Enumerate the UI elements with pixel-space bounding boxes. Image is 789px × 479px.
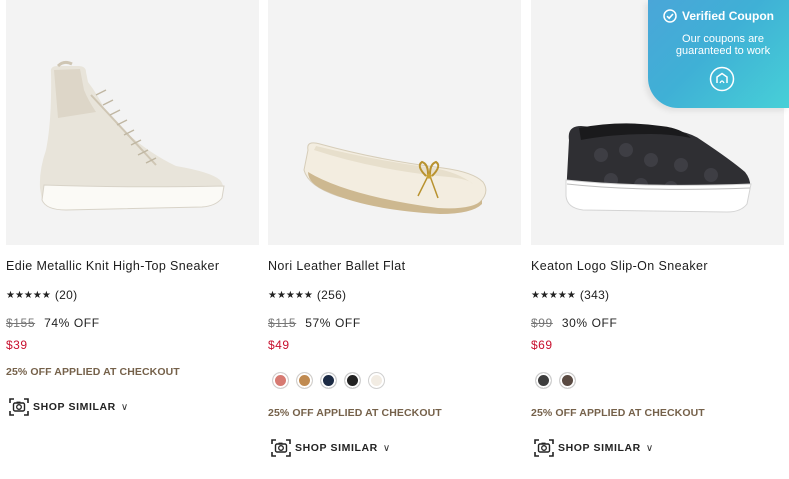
- shop-similar-label: SHOP SIMILAR: [295, 442, 378, 454]
- color-swatch[interactable]: [344, 372, 361, 389]
- ballet-flat-image: [303, 142, 487, 214]
- rating: ★★★★★ (20): [6, 288, 77, 302]
- star-rating-icon: ★★★★★: [268, 289, 313, 301]
- color-swatch[interactable]: [272, 372, 289, 389]
- shop-similar-label: SHOP SIMILAR: [33, 401, 116, 413]
- product-card[interactable]: Nori Leather Ballet Flat ★★★★★ (256) $11…: [268, 0, 521, 457]
- camera-scan-icon: [9, 398, 29, 416]
- color-swatch[interactable]: [296, 372, 313, 389]
- color-swatch[interactable]: [559, 372, 576, 389]
- discount-label: 74% OFF: [44, 316, 100, 330]
- honey-logo-icon: [709, 66, 735, 92]
- camera-scan-icon: [534, 439, 554, 457]
- coupon-title: Verified Coupon: [682, 9, 775, 23]
- rating: ★★★★★ (343): [531, 288, 609, 302]
- chevron-down-icon: ∨: [645, 442, 654, 454]
- review-count[interactable]: (343): [580, 288, 610, 302]
- product-title[interactable]: Edie Metallic Knit High-Top Sneaker: [6, 259, 219, 273]
- chevron-down-icon: ∨: [382, 442, 391, 454]
- price-row: $99 30% OFF: [531, 316, 617, 330]
- color-swatches: [535, 372, 576, 389]
- high-top-sneaker-image: [39, 60, 225, 211]
- star-rating-icon: ★★★★★: [6, 289, 51, 301]
- sale-price: $49: [268, 338, 290, 352]
- review-count[interactable]: (20): [55, 288, 78, 302]
- promo-text: 25% OFF APPLIED AT CHECKOUT: [531, 407, 705, 419]
- price-row: $155 74% OFF: [6, 316, 100, 330]
- discount-label: 30% OFF: [561, 316, 618, 330]
- review-count[interactable]: (256): [317, 288, 347, 302]
- discount-label: 57% OFF: [305, 316, 361, 330]
- color-swatches: [272, 372, 385, 389]
- color-swatch[interactable]: [320, 372, 337, 389]
- coupon-header: Verified Coupon: [663, 9, 774, 23]
- original-price: $155: [6, 316, 36, 330]
- star-rating-icon: ★★★★★: [531, 289, 576, 301]
- coupon-description: Our coupons are guaranteed to work: [675, 33, 771, 57]
- color-swatch[interactable]: [535, 372, 552, 389]
- promo-text: 25% OFF APPLIED AT CHECKOUT: [6, 366, 180, 378]
- sale-price: $69: [531, 338, 553, 352]
- sale-price: $39: [6, 338, 28, 352]
- color-swatch[interactable]: [368, 372, 385, 389]
- camera-scan-icon: [271, 439, 291, 457]
- promo-text: 25% OFF APPLIED AT CHECKOUT: [268, 407, 442, 419]
- chevron-down-icon: ∨: [120, 401, 129, 413]
- verified-coupon-badge[interactable]: Verified Coupon Our coupons are guarante…: [648, 0, 789, 108]
- product-title[interactable]: Nori Leather Ballet Flat: [268, 259, 405, 273]
- shop-similar-button[interactable]: SHOP SIMILAR ∨: [533, 438, 653, 458]
- shop-similar-label: SHOP SIMILAR: [558, 442, 641, 454]
- original-price: $115: [268, 316, 297, 330]
- product-image[interactable]: [6, 0, 259, 245]
- product-card[interactable]: Edie Metallic Knit High-Top Sneaker ★★★★…: [6, 0, 259, 416]
- product-image[interactable]: [268, 0, 521, 245]
- rating: ★★★★★ (256): [268, 288, 346, 302]
- check-circle-icon: [663, 9, 677, 23]
- shop-similar-button[interactable]: SHOP SIMILAR ∨: [270, 438, 390, 458]
- price-row: $115 57% OFF: [268, 316, 361, 330]
- shop-similar-button[interactable]: SHOP SIMILAR ∨: [8, 397, 128, 417]
- product-title[interactable]: Keaton Logo Slip-On Sneaker: [531, 259, 708, 273]
- original-price: $99: [531, 316, 553, 330]
